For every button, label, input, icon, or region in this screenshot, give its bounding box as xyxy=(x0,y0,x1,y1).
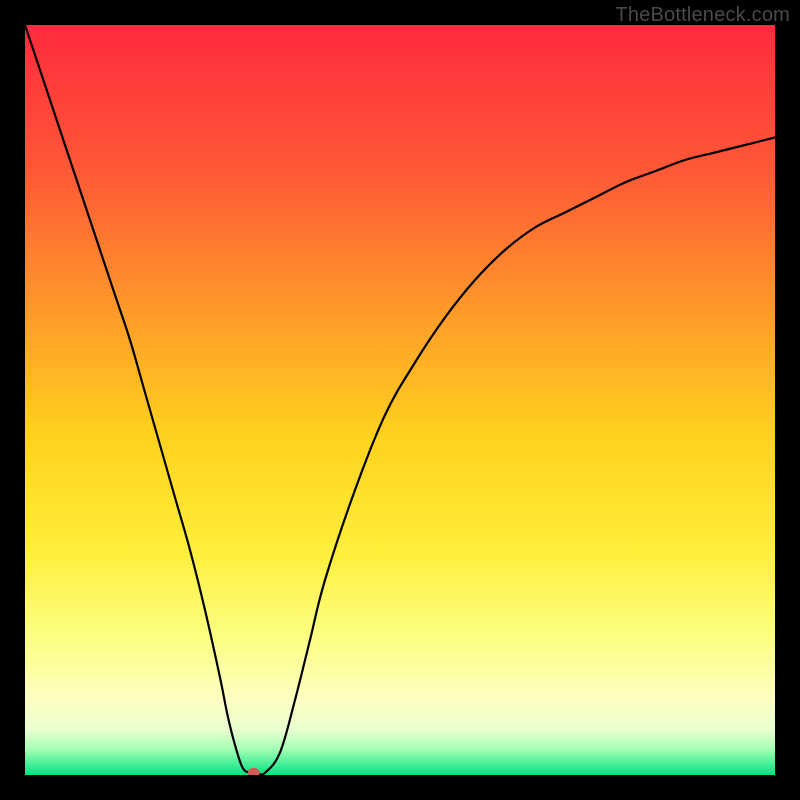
chart-frame xyxy=(25,25,775,775)
watermark-text: TheBottleneck.com xyxy=(615,4,790,27)
bottleneck-chart xyxy=(25,25,775,775)
gradient-background xyxy=(25,25,775,775)
